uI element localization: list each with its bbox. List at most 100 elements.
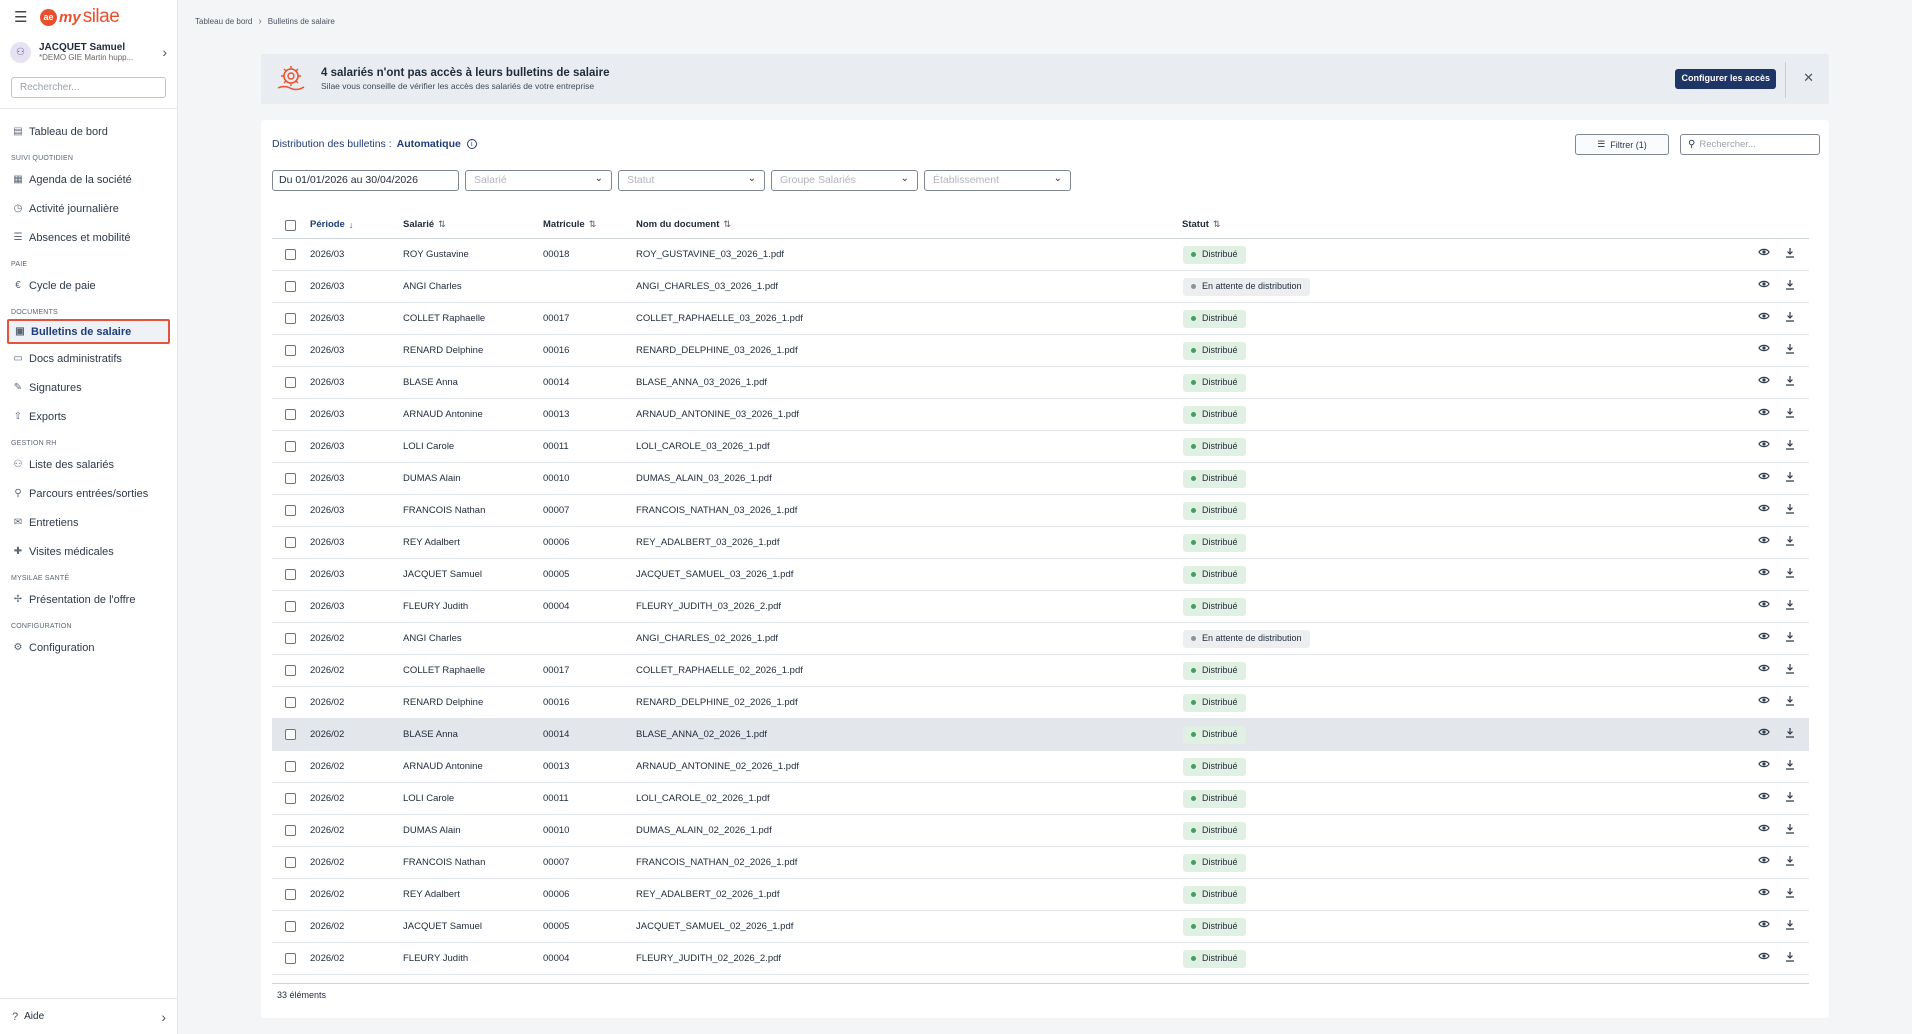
row-checkbox[interactable] [285, 377, 296, 388]
download-icon[interactable] [1785, 855, 1795, 869]
download-icon[interactable] [1785, 823, 1795, 837]
column-statut[interactable]: Statut ⇅ [1182, 219, 1220, 230]
select-all-checkbox[interactable] [285, 220, 296, 231]
eye-icon[interactable] [1758, 535, 1770, 548]
row-checkbox[interactable] [285, 889, 296, 900]
row-checkbox[interactable] [285, 569, 296, 580]
close-icon[interactable]: ✕ [1803, 70, 1814, 86]
eye-icon[interactable] [1758, 759, 1770, 772]
eye-icon[interactable] [1758, 279, 1770, 292]
eye-icon[interactable] [1758, 471, 1770, 484]
eye-icon[interactable] [1758, 247, 1770, 260]
table-row[interactable]: 2026/02 FLEURY Judith 00004 FLEURY_JUDITH_0… [272, 943, 1809, 975]
row-checkbox[interactable] [285, 441, 296, 452]
eye-icon[interactable] [1758, 791, 1770, 804]
download-icon[interactable] [1785, 311, 1795, 325]
sidebar-item-bulletins-de-salaire[interactable]: ▣ Bulletins de salaire [7, 319, 170, 344]
column-matricule[interactable]: Matricule ⇅ [543, 219, 596, 230]
table-row[interactable]: 2026/02 ARNAUD Antonine 00013 ARNAUD_ANTONI… [272, 751, 1809, 783]
row-checkbox[interactable] [285, 665, 296, 676]
column-document[interactable]: Nom du document ⇅ [636, 219, 731, 230]
row-checkbox[interactable] [285, 281, 296, 292]
table-row[interactable]: 2026/03 REY Adalbert 00006 REY_ADALBERT_03_… [272, 527, 1809, 559]
sidebar-item-entretiens[interactable]: ✉ Entretiens [0, 508, 177, 537]
download-icon[interactable] [1785, 727, 1795, 741]
download-icon[interactable] [1785, 919, 1795, 933]
download-icon[interactable] [1785, 599, 1795, 613]
table-row[interactable]: 2026/03 RENARD Delphine 00016 RENARD_DELPHI… [272, 335, 1809, 367]
eye-icon[interactable] [1758, 439, 1770, 452]
breadcrumb-dashboard-link[interactable]: Tableau de bord [195, 17, 252, 26]
download-icon[interactable] [1785, 951, 1795, 965]
table-row[interactable]: 2026/03 JACQUET Samuel 00005 JACQUET_SAMUEL… [272, 559, 1809, 591]
date-range-input[interactable]: Du 01/01/2026 au 30/04/2026 [272, 170, 459, 191]
filter-button[interactable]: ☰ Filtrer (1) [1575, 134, 1669, 155]
eye-icon[interactable] [1758, 311, 1770, 324]
row-checkbox[interactable] [285, 729, 296, 740]
eye-icon[interactable] [1758, 919, 1770, 932]
download-icon[interactable] [1785, 375, 1795, 389]
eye-icon[interactable] [1758, 407, 1770, 420]
table-row[interactable]: 2026/03 LOLI Carole 00011 LOLI_CAROLE_03_20… [272, 431, 1809, 463]
download-icon[interactable] [1785, 567, 1795, 581]
table-row[interactable]: 2026/03 FLEURY Judith 00004 FLEURY_JUDITH_0… [272, 591, 1809, 623]
download-icon[interactable] [1785, 887, 1795, 901]
row-checkbox[interactable] [285, 313, 296, 324]
eye-icon[interactable] [1758, 343, 1770, 356]
table-row[interactable]: 2026/02 LOLI Carole 00011 LOLI_CAROLE_02_20… [272, 783, 1809, 815]
eye-icon[interactable] [1758, 695, 1770, 708]
table-search-input[interactable]: ⚲ Rechercher... [1680, 134, 1820, 155]
eye-icon[interactable] [1758, 503, 1770, 516]
row-checkbox[interactable] [285, 825, 296, 836]
download-icon[interactable] [1785, 535, 1795, 549]
download-icon[interactable] [1785, 759, 1795, 773]
configure-access-button[interactable]: Configurer les accès [1675, 69, 1776, 89]
row-checkbox[interactable] [285, 537, 296, 548]
row-checkbox[interactable] [285, 921, 296, 932]
row-checkbox[interactable] [285, 409, 296, 420]
eye-icon[interactable] [1758, 599, 1770, 612]
sidebar-item-presentation-de-l-offre[interactable]: ✢ Présentation de l'offre [0, 585, 177, 614]
sidebar-item-exports[interactable]: ⇧ Exports [0, 402, 177, 431]
sidebar-search-input[interactable]: Rechercher... [11, 77, 166, 98]
eye-icon[interactable] [1758, 855, 1770, 868]
user-switcher[interactable]: ⚇ JACQUET Samuel *DEMO GIE Martin hupp..… [0, 34, 177, 70]
help-button[interactable]: ? Aide › [0, 998, 178, 1034]
row-checkbox[interactable] [285, 633, 296, 644]
eye-icon[interactable] [1758, 631, 1770, 644]
row-checkbox[interactable] [285, 249, 296, 260]
row-checkbox[interactable] [285, 601, 296, 612]
row-checkbox[interactable] [285, 793, 296, 804]
column-periode[interactable]: Période ↓ [310, 219, 353, 230]
download-icon[interactable] [1785, 439, 1795, 453]
mysilae-logo[interactable]: ae my silae [40, 6, 120, 28]
sidebar-item-activite-journaliere[interactable]: ◷ Activité journalière [0, 194, 177, 223]
eye-icon[interactable] [1758, 823, 1770, 836]
download-icon[interactable] [1785, 791, 1795, 805]
row-checkbox[interactable] [285, 473, 296, 484]
download-icon[interactable] [1785, 471, 1795, 485]
sidebar-item-cycle-de-paie[interactable]: € Cycle de paie [0, 271, 177, 300]
table-row[interactable]: 2026/02 ANGI Charles ANGI_CHARLES_02_2026_… [272, 623, 1809, 655]
row-checkbox[interactable] [285, 857, 296, 868]
download-icon[interactable] [1785, 503, 1795, 517]
download-icon[interactable] [1785, 631, 1795, 645]
download-icon[interactable] [1785, 247, 1795, 261]
table-row[interactable]: 2026/02 JACQUET Samuel 00005 JACQUET_SAMUEL… [272, 911, 1809, 943]
table-row[interactable]: 2026/02 BLASE Anna 00014 BLASE_ANNA_02_2026… [272, 719, 1809, 751]
table-row[interactable]: 2026/03 DUMAS Alain 00010 DUMAS_ALAIN_03_20… [272, 463, 1809, 495]
column-salarie[interactable]: Salarié ⇅ [403, 219, 446, 230]
sidebar-item-docs-administratifs[interactable]: ▭ Docs administratifs [0, 344, 177, 373]
sidebar-item-absences-et-mobilite[interactable]: ☰ Absences et mobilité [0, 223, 177, 252]
status-select[interactable]: Statut ⌄ [618, 170, 765, 191]
eye-icon[interactable] [1758, 727, 1770, 740]
hamburger-menu-icon[interactable]: ☰ [14, 8, 32, 26]
download-icon[interactable] [1785, 695, 1795, 709]
download-icon[interactable] [1785, 407, 1795, 421]
row-checkbox[interactable] [285, 761, 296, 772]
sidebar-item-signatures[interactable]: ✎ Signatures [0, 373, 177, 402]
info-icon[interactable]: i [466, 139, 477, 149]
table-row[interactable]: 2026/03 ANGI Charles ANGI_CHARLES_03_2026_… [272, 271, 1809, 303]
table-row[interactable]: 2026/03 COLLET Raphaelle 00017 COLLET_RAPHA… [272, 303, 1809, 335]
establishment-select[interactable]: Établissement ⌄ [924, 170, 1071, 191]
